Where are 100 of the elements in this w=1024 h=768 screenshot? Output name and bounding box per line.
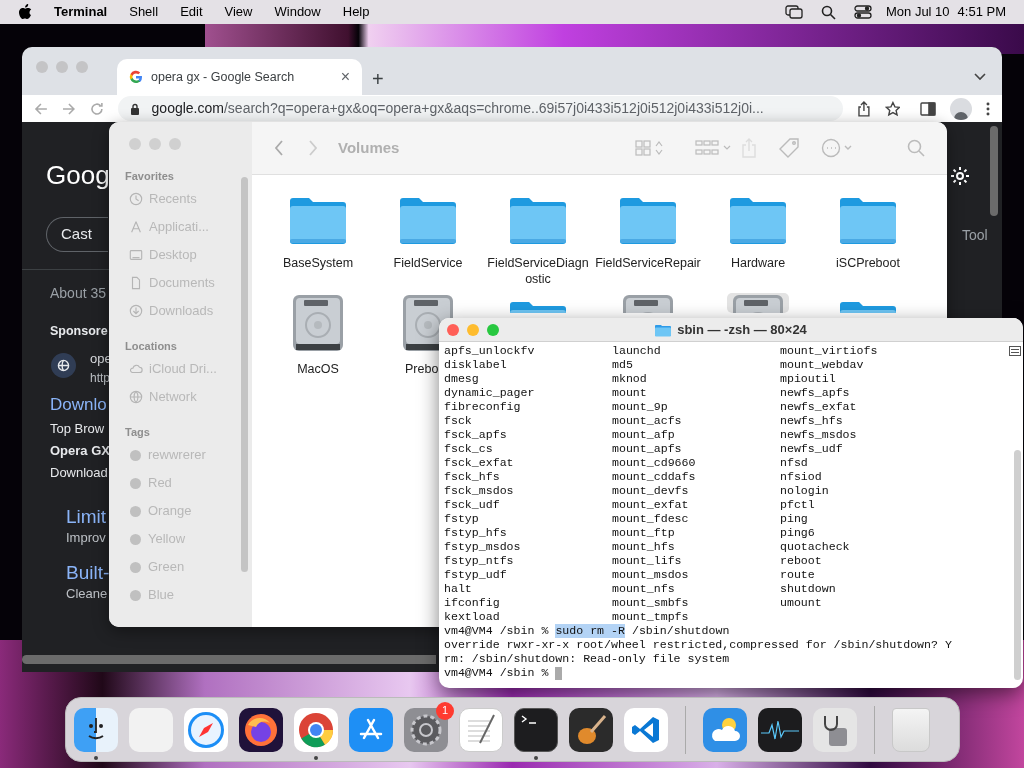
result-title-link[interactable]: Downlo xyxy=(50,392,110,418)
menu-item[interactable]: View xyxy=(224,2,253,22)
toggles-icon[interactable] xyxy=(854,5,872,19)
terminal-text: fsck_exfat xyxy=(444,456,515,470)
terminal-text: mount_smbfs xyxy=(612,596,690,610)
address-bar[interactable]: google.com/search?q=opera+gx&oq=opera+gx&aqs=chrome..69i57j0i433i512j0i512j0i433i512j0i... xyxy=(117,96,843,121)
share-icon[interactable] xyxy=(856,100,871,117)
new-tab-button[interactable]: + xyxy=(372,69,384,89)
terminal-text: mount_nfs xyxy=(612,582,676,596)
forward-chevron-icon[interactable] xyxy=(308,140,318,156)
terminal-icon[interactable] xyxy=(514,707,558,752)
file-name[interactable]: BaseSystem xyxy=(265,255,371,271)
windows-icon[interactable] xyxy=(785,5,803,19)
terminal-text: newfs_apfs xyxy=(780,386,851,400)
more-options-icon[interactable] xyxy=(986,101,990,116)
gear-icon[interactable] xyxy=(404,707,448,752)
apps-icon xyxy=(129,220,143,234)
stethoscope-icon[interactable] xyxy=(813,707,857,752)
scrollbar[interactable] xyxy=(22,655,436,664)
icon-view-icon[interactable] xyxy=(635,140,663,156)
forward-arrow-icon[interactable] xyxy=(61,101,76,116)
group-icon[interactable] xyxy=(695,140,731,156)
url-text: google.com/search?q=opera+gx&oq=opera+gx&aqs=chrome..69i57j0i433i512j0i512j0i433i512j0i... xyxy=(151,99,764,118)
menu-item[interactable]: Help xyxy=(342,2,370,22)
terminal-text: mount_tmpfs xyxy=(612,610,690,624)
terminal-text: mount xyxy=(612,386,648,400)
file-name[interactable]: Prebo xyxy=(373,361,439,377)
search-icon[interactable] xyxy=(821,4,836,20)
browser-tab[interactable]: opera gx - Google Search × xyxy=(117,59,362,95)
ad-url: http xyxy=(90,370,110,387)
window-control[interactable] xyxy=(76,61,88,73)
desktop-icon xyxy=(129,248,143,262)
terminal-text: fstyp xyxy=(444,512,480,526)
file-name[interactable]: Hardware xyxy=(705,255,811,271)
window-control[interactable] xyxy=(129,138,141,150)
file-name[interactable]: MacOS xyxy=(297,361,339,377)
side-panel-icon[interactable] xyxy=(920,101,937,116)
folder-icon xyxy=(618,195,678,245)
terminal-text: mount_devfs xyxy=(612,484,690,498)
menu-bar-time[interactable]: 4:51 PM xyxy=(957,2,1006,22)
terminal-text: fsck xyxy=(444,414,473,428)
app-store-icon[interactable] xyxy=(349,707,393,752)
window-control[interactable] xyxy=(169,138,181,150)
terminal-text: md5 xyxy=(612,358,634,372)
menu-bar-date[interactable]: Mon Jul 10 xyxy=(886,2,950,22)
terminal-text: mount_msdos xyxy=(612,568,690,582)
finder-icon[interactable] xyxy=(74,707,118,752)
tag-icon[interactable] xyxy=(779,138,799,158)
profile-avatar[interactable] xyxy=(950,97,972,120)
zoom-button[interactable] xyxy=(487,323,499,336)
window-title: sbin — -zsh — 80×24 xyxy=(677,321,807,340)
menu-item[interactable]: Terminal xyxy=(54,2,108,22)
tools-tab[interactable]: Tool xyxy=(962,225,988,246)
compass-icon[interactable] xyxy=(184,707,228,752)
file-name[interactable]: FieldServiceDiagnostic xyxy=(485,255,591,287)
window-control[interactable] xyxy=(56,61,68,73)
menu-item[interactable]: Edit xyxy=(180,2,203,22)
sitelink-title[interactable]: Limit xyxy=(66,505,110,529)
menu-item[interactable]: Shell xyxy=(129,2,159,22)
file-name[interactable]: FieldService xyxy=(375,255,481,271)
window-control[interactable] xyxy=(149,138,161,150)
star-icon[interactable] xyxy=(884,100,901,117)
terminal-text: newfs_hfs xyxy=(780,414,844,428)
tab-close-button[interactable]: × xyxy=(340,65,350,89)
trash-icon[interactable] xyxy=(892,707,930,752)
sitelink-text: Cleane xyxy=(66,585,109,603)
sitelink-title[interactable]: Built- xyxy=(66,561,110,585)
chevron-down-icon[interactable] xyxy=(974,73,986,81)
menu-item[interactable]: Window xyxy=(274,2,321,22)
file-name[interactable]: FieldServiceRepair xyxy=(595,255,701,271)
guitar-icon[interactable] xyxy=(569,707,613,752)
minimize-button[interactable] xyxy=(467,323,479,336)
window-control[interactable] xyxy=(36,61,48,73)
chrome-icon[interactable] xyxy=(294,707,338,752)
terminal-text: pfctl xyxy=(780,498,816,512)
terminal-text: route xyxy=(780,568,816,582)
reload-icon[interactable] xyxy=(89,101,104,116)
activity-graph-icon[interactable] xyxy=(758,707,802,752)
launchpad-icon[interactable] xyxy=(129,707,173,752)
code-editor-icon[interactable] xyxy=(624,707,668,752)
weather-icon[interactable] xyxy=(703,707,747,752)
back-chevron-icon[interactable] xyxy=(274,140,284,156)
result-count: About 35 xyxy=(50,284,108,302)
notepad-icon[interactable] xyxy=(459,707,503,752)
apple-icon[interactable] xyxy=(18,4,32,20)
split-icon[interactable] xyxy=(1009,346,1021,356)
folder-icon xyxy=(838,195,898,245)
fox-icon[interactable] xyxy=(239,707,283,752)
close-button[interactable] xyxy=(447,323,459,336)
settings-icon[interactable] xyxy=(950,166,970,186)
scrollbar[interactable] xyxy=(241,177,248,572)
terminal-text: /sbin/shutdown xyxy=(631,624,730,638)
hard-drive-icon xyxy=(290,293,346,353)
file-name[interactable]: iSCPreboot xyxy=(815,255,921,271)
terminal-text: fstyp_udf xyxy=(444,568,508,582)
terminal-text: disklabel xyxy=(444,358,508,372)
terminal-output: rm: /sbin/shutdown: Read-only file system xyxy=(444,652,730,666)
scrollbar[interactable] xyxy=(1014,450,1021,680)
back-arrow-icon[interactable] xyxy=(34,101,48,116)
scrollbar[interactable] xyxy=(990,126,998,216)
